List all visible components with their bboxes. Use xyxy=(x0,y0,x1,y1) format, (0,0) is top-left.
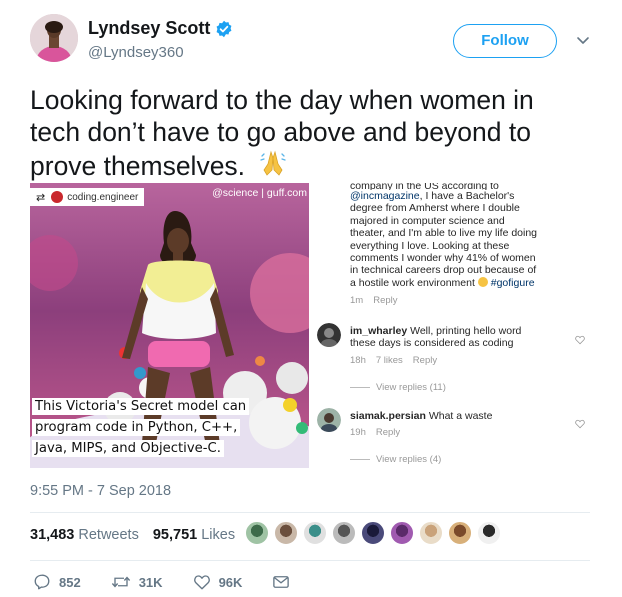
top-comment-meta: 1m Reply xyxy=(350,295,408,306)
envelope-icon xyxy=(273,576,290,588)
account-logo-icon xyxy=(51,191,64,203)
liker-avatar[interactable] xyxy=(332,521,356,545)
divider xyxy=(350,459,370,460)
model-photo[interactable]: ⇄ coding.engineer @science | guff.com Th… xyxy=(30,183,309,468)
liker-avatar[interactable] xyxy=(361,521,385,545)
comment-line: everything I love. Looking at these xyxy=(350,239,510,252)
top-comment: company in the US according to @incmagaz… xyxy=(350,183,570,289)
liker-avatar[interactable] xyxy=(448,521,472,545)
folded-hands-emoji xyxy=(258,148,288,185)
user-handle[interactable]: @Lyndsey360 xyxy=(88,44,184,61)
comment-time: 18h xyxy=(350,355,366,366)
comment-line: a hostile work environment #gofigure xyxy=(350,276,570,289)
reply-button[interactable]: 852 xyxy=(33,573,81,591)
comment-line: majored in computer science and xyxy=(350,214,505,227)
heart-icon xyxy=(193,575,210,590)
comment-meta: 19h Reply xyxy=(350,427,410,438)
liker-avatar[interactable] xyxy=(245,521,269,545)
reply-link[interactable]: Reply xyxy=(376,427,400,438)
comment-time: 19h xyxy=(350,427,366,438)
comment-likes[interactable]: 7 likes xyxy=(376,355,403,366)
comment-text: Well, printing hello word xyxy=(410,325,522,337)
repost-tag: ⇄ coding.engineer xyxy=(30,188,145,206)
comment-text: a hostile work environment xyxy=(350,276,475,289)
repost-icon: ⇄ xyxy=(36,191,46,204)
retweets-count: 31,483 xyxy=(30,527,75,543)
comment-line: these days is considered as coding xyxy=(350,337,514,350)
like-button[interactable]: 96K xyxy=(193,573,243,591)
comment-line: comments I wonder why 41% of women xyxy=(350,252,536,265)
display-name[interactable]: Lyndsey Scott xyxy=(88,18,210,39)
view-replies-link[interactable]: View replies (4) xyxy=(350,454,441,465)
chevron-down-icon[interactable] xyxy=(575,32,591,48)
comment-username[interactable]: siamak.persian xyxy=(350,410,426,422)
tweet-timestamp[interactable]: 9:55 PM - 7 Sep 2018 xyxy=(30,483,171,499)
thinking-emoji xyxy=(477,276,488,287)
heart-icon[interactable] xyxy=(575,419,585,429)
hashtag-link[interactable]: #gofigure xyxy=(491,277,535,289)
retweet-icon xyxy=(111,576,130,588)
image-watermark: @science | guff.com xyxy=(212,187,307,199)
comment-line: degree from Amherst where I double xyxy=(350,202,520,215)
reply-count: 852 xyxy=(59,574,81,590)
caption-line-1: This Victoria's Secret model can xyxy=(32,398,250,415)
view-replies-label: View replies (4) xyxy=(376,454,442,465)
follow-button[interactable]: Follow xyxy=(453,24,557,58)
reply-link[interactable]: Reply xyxy=(373,295,397,306)
likes-label: Likes xyxy=(201,527,236,543)
heart-icon[interactable] xyxy=(575,335,585,345)
instagram-comments-panel: company in the US according to @incmagaz… xyxy=(311,183,590,468)
caption-line-2: program code in Python, C++, xyxy=(32,419,241,436)
liker-avatar[interactable] xyxy=(303,521,327,545)
retweet-button[interactable]: 31K xyxy=(111,573,163,591)
liker-avatar[interactable] xyxy=(390,521,414,545)
comment-line: theater, and I'm able to live my life do… xyxy=(350,227,538,240)
liker-avatar[interactable] xyxy=(477,521,501,545)
caption-line-3: Java, MIPS, and Objective-C. xyxy=(32,440,224,457)
comment-text: , I have a Bachelor's xyxy=(419,190,515,202)
comment-line: company in the US according to xyxy=(350,183,499,190)
comment-line: im_wharley Well, printing hello word xyxy=(350,325,570,337)
tweet-media[interactable]: ⇄ coding.engineer @science | guff.com Th… xyxy=(30,183,590,468)
commenter-avatar[interactable] xyxy=(317,408,341,432)
comment-line: in technical careers drop out because of xyxy=(350,264,537,277)
comment-line: siamak.persian What a waste xyxy=(350,410,570,422)
liker-avatar[interactable] xyxy=(419,521,443,545)
divider xyxy=(350,387,370,388)
comment: siamak.persian What a waste xyxy=(350,410,570,422)
repost-account: coding.engineer xyxy=(67,191,139,203)
comment-text: What a waste xyxy=(428,410,493,422)
commenter-avatar[interactable] xyxy=(317,323,341,347)
retweet-count: 31K xyxy=(138,574,163,590)
comment-username[interactable]: im_wharley xyxy=(350,325,407,337)
comment-meta: 18h 7 likes Reply xyxy=(350,355,447,366)
divider xyxy=(30,560,590,561)
view-replies-link[interactable]: View replies (11) xyxy=(350,382,446,393)
tweet-actions: 852 31K 96K xyxy=(33,573,328,591)
reply-icon xyxy=(34,574,50,590)
like-count: 96K xyxy=(218,574,243,590)
comment-line: @incmagazine, I have a Bachelor's xyxy=(350,190,570,202)
likes-count: 95,751 xyxy=(152,527,198,543)
tweet-header: Lyndsey Scott @Lyndsey360 Follow xyxy=(30,14,602,68)
divider xyxy=(30,512,590,513)
name-row: Lyndsey Scott xyxy=(88,18,233,39)
reply-link[interactable]: Reply xyxy=(413,355,437,366)
liker-avatars xyxy=(245,521,506,545)
retweets-stat[interactable]: 31,483 Retweets xyxy=(30,527,139,543)
tweet-text: Looking forward to the day when women in… xyxy=(30,84,590,185)
retweets-label: Retweets xyxy=(78,527,139,543)
comment: im_wharley Well, printing hello word the… xyxy=(350,325,570,350)
liker-avatar[interactable] xyxy=(274,521,298,545)
view-replies-label: View replies (11) xyxy=(376,382,446,393)
mention-link[interactable]: @incmagazine xyxy=(350,190,420,202)
likes-stat[interactable]: 95,751 Likes xyxy=(153,527,235,543)
comment-time: 1m xyxy=(350,295,364,306)
engagement-stats: 31,483 Retweets 95,751 Likes xyxy=(30,527,235,543)
avatar[interactable] xyxy=(30,14,78,62)
direct-message-button[interactable] xyxy=(272,573,298,591)
verified-badge-icon xyxy=(216,20,232,37)
